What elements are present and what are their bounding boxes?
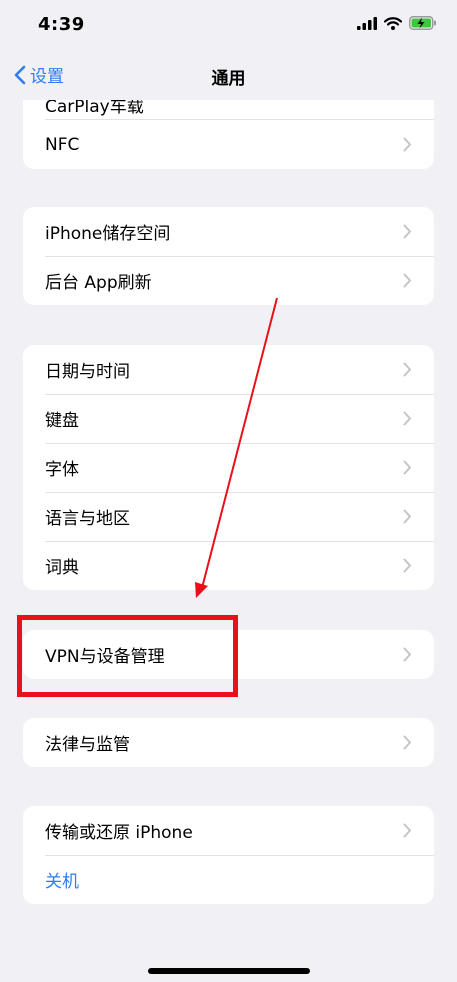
home-indicator[interactable] (148, 968, 310, 974)
annotation-arrow (195, 297, 278, 598)
annotation-highlight-box (17, 615, 238, 697)
